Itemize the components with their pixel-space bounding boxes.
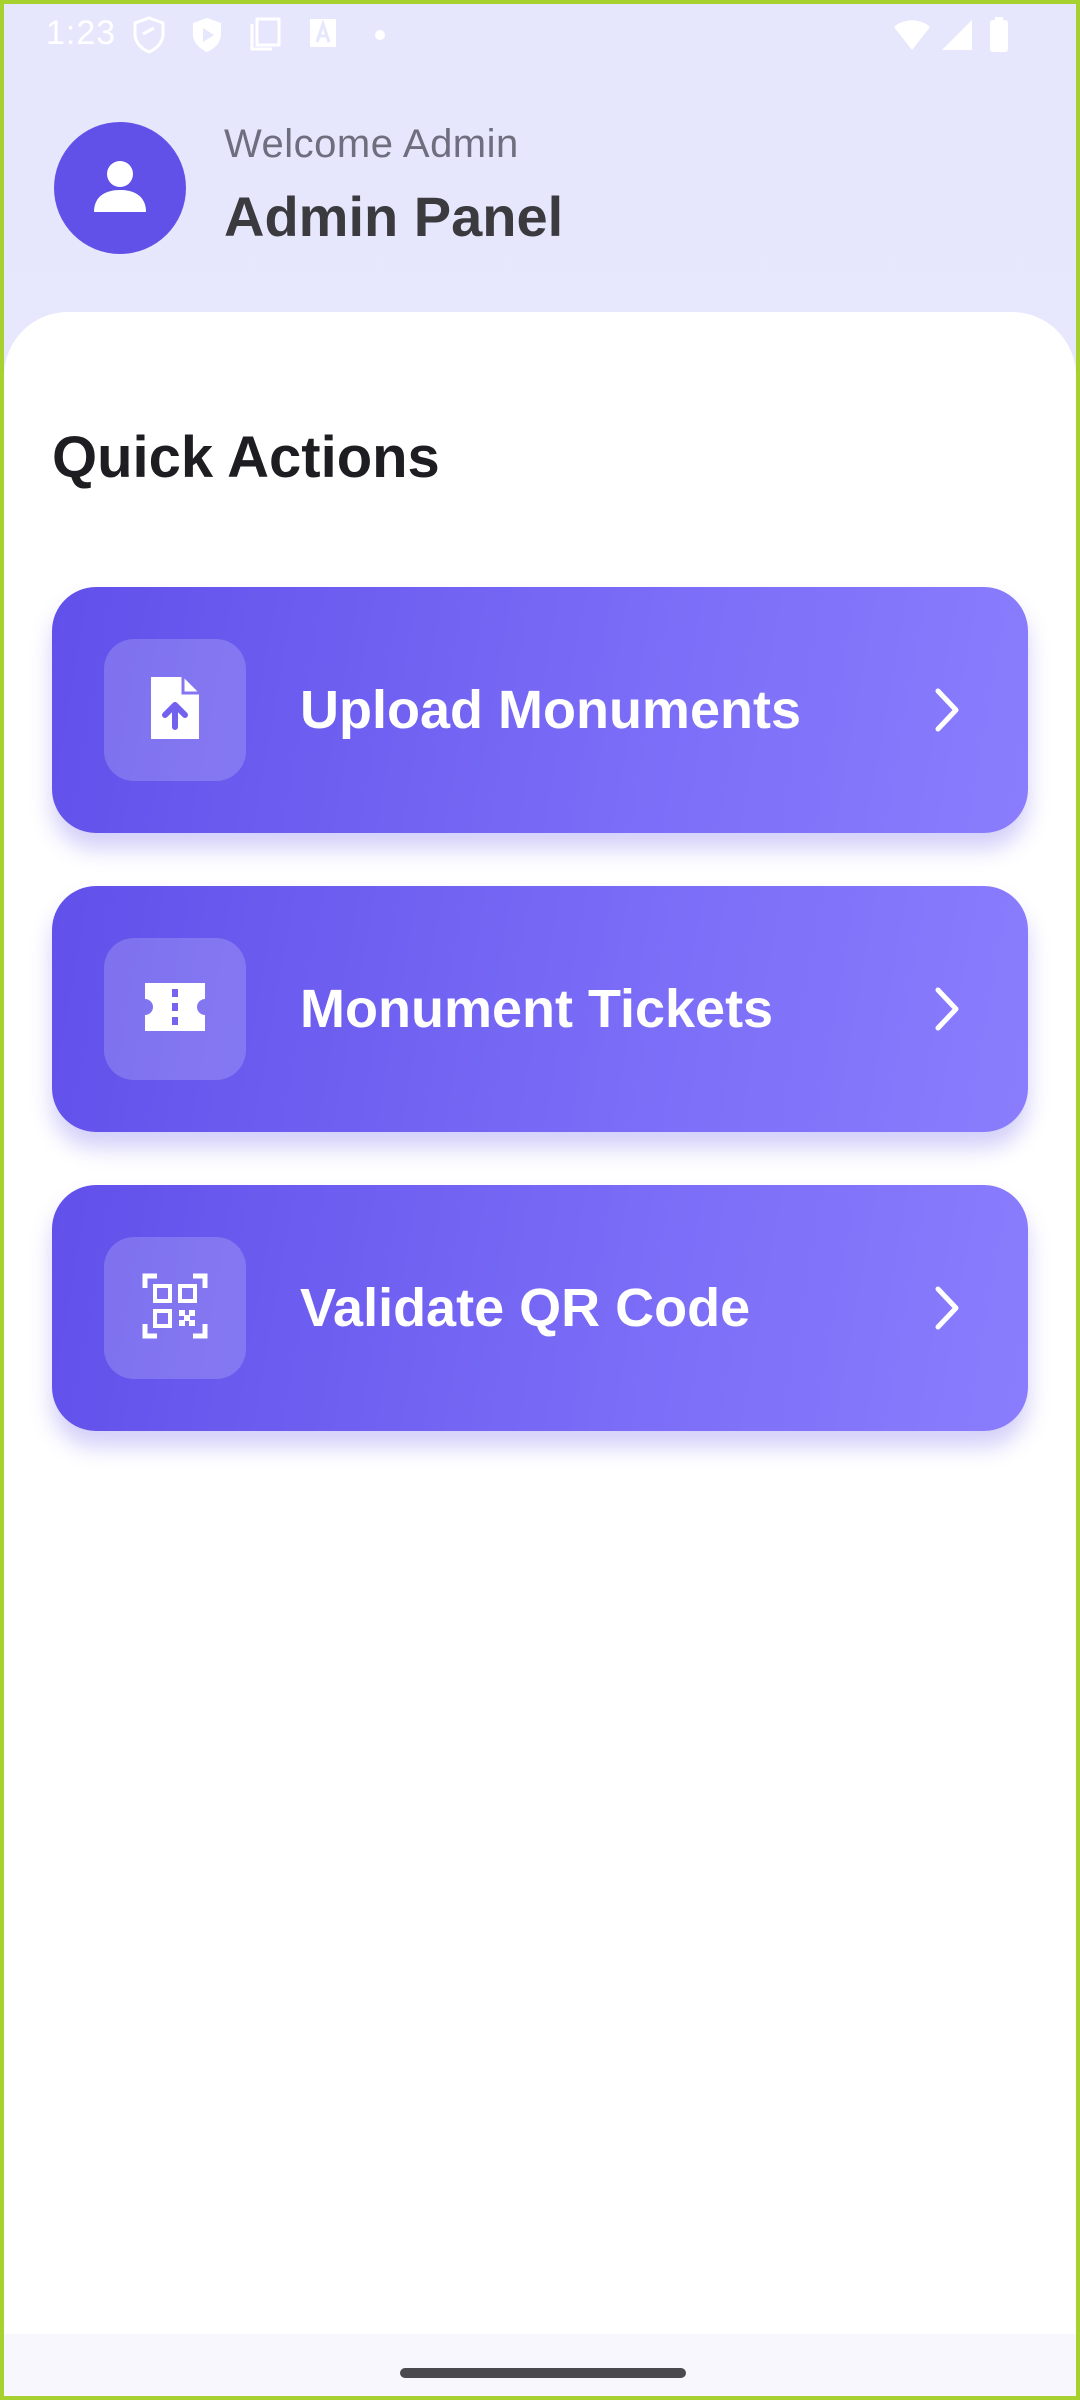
person-icon [90, 156, 150, 221]
upload-monuments-button[interactable]: Upload Monuments [52, 587, 1028, 833]
home-indicator[interactable] [400, 2368, 686, 2378]
status-bar: 1:23 [4, 4, 1076, 64]
cell-signal-icon [940, 18, 974, 57]
card-label: Monument Tickets [300, 979, 774, 1039]
play-shield-icon [190, 16, 224, 59]
qr-code-scan-icon [141, 1272, 209, 1345]
ticket-icon [141, 979, 209, 1040]
file-upload-icon [145, 675, 205, 746]
chevron-right-icon [922, 1283, 972, 1333]
shield-outline-icon [132, 16, 166, 59]
card-icon-box [104, 1237, 246, 1379]
avatar[interactable] [54, 122, 186, 254]
font-a-icon [308, 16, 338, 55]
chevron-right-icon [922, 685, 972, 735]
status-time: 1:23 [46, 14, 117, 52]
copy-icon [248, 16, 282, 57]
content-sheet: Quick Actions Upload Monuments Monument … [4, 312, 1076, 2396]
section-title: Quick Actions [52, 425, 440, 490]
welcome-text: Welcome Admin [224, 122, 519, 166]
wifi-icon [892, 18, 932, 57]
card-label: Upload Monuments [300, 680, 801, 740]
card-icon-box [104, 938, 246, 1080]
page-title: Admin Panel [224, 185, 564, 248]
battery-icon [988, 16, 1010, 59]
card-icon-box [104, 639, 246, 781]
chevron-right-icon [922, 984, 972, 1034]
gesture-bar-area [4, 2334, 1076, 2396]
monument-tickets-button[interactable]: Monument Tickets [52, 886, 1028, 1132]
validate-qr-code-button[interactable]: Validate QR Code [52, 1185, 1028, 1431]
dot-icon [374, 28, 386, 46]
app-frame: 1:23 Welcome Admin Admin Panel Quick Act… [0, 0, 1080, 2400]
card-label: Validate QR Code [300, 1278, 751, 1338]
